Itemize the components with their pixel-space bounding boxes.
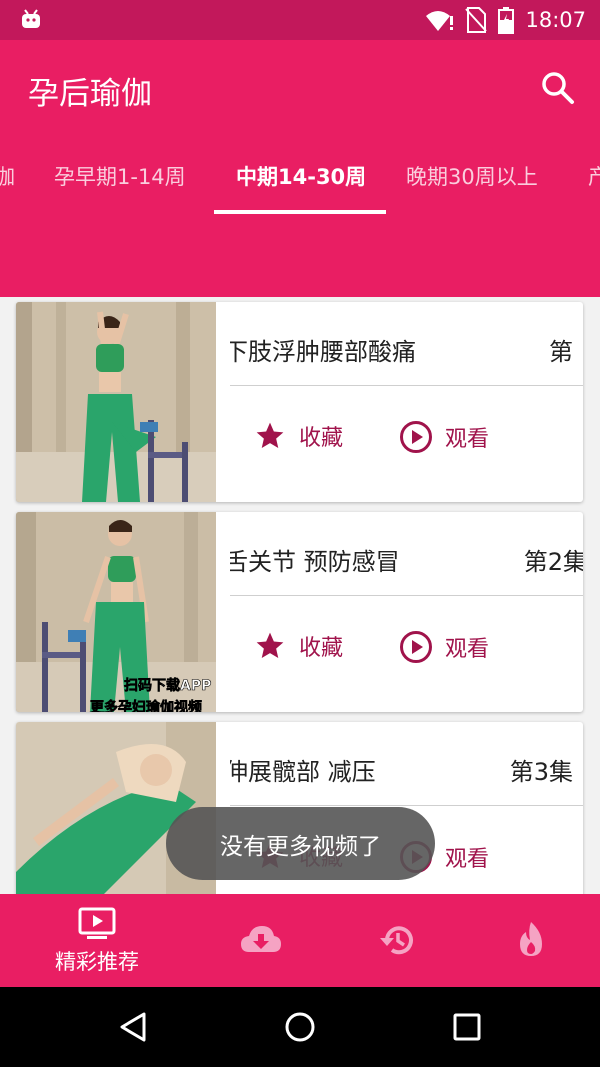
divider	[230, 595, 583, 596]
divider	[230, 385, 583, 386]
favorite-label: 收藏	[299, 426, 344, 451]
favorite-button[interactable]: 收藏	[253, 630, 343, 662]
video-icon	[78, 907, 116, 939]
video-title-area: 舌关节 预防感冒 第2集	[230, 532, 583, 582]
favorite-label: 收藏	[299, 636, 344, 661]
tab-partial-right[interactable]: 产	[588, 161, 600, 191]
wifi-icon	[426, 11, 454, 31]
home-icon[interactable]	[284, 1011, 316, 1043]
play-circle-icon	[400, 631, 432, 663]
watch-button[interactable]: 观看	[399, 420, 489, 454]
video-card[interactable]: 下肢浮肿腰部酸痛 第 收藏 观看	[16, 302, 583, 502]
app-bar: 孕后瑜伽 伽 孕早期1-14周 中期14-30周 晚期30周以上 产	[0, 40, 600, 297]
play-circle-icon	[400, 421, 432, 453]
watch-label: 观看	[445, 427, 490, 452]
episode-label: 第2集	[523, 548, 583, 576]
watermark-text-2: 更多孕妇瑜伽视频	[90, 699, 202, 712]
watermark-text: 扫码下载APP	[124, 677, 211, 694]
nav-item-history[interactable]	[332, 894, 462, 987]
back-icon[interactable]	[118, 1011, 150, 1043]
tab-early-pregnancy[interactable]: 孕早期1-14周	[54, 161, 186, 191]
video-thumbnail[interactable]	[16, 302, 216, 502]
battery-icon	[498, 7, 515, 34]
favorite-button[interactable]: 收藏	[253, 420, 343, 452]
tab-bar: 伽 孕早期1-14周 中期14-30周 晚期30周以上 产	[0, 145, 600, 215]
video-title: 下肢浮肿腰部酸痛	[230, 338, 416, 366]
video-title: 舌关节 预防感冒	[230, 548, 400, 576]
video-list[interactable]: 下肢浮肿腰部酸痛 第 收藏 观看 扫码下载APP 更多孕妇瑜伽视频 舌关节 预防…	[0, 297, 600, 894]
episode-label: 第3集	[509, 758, 573, 786]
search-icon[interactable]	[538, 68, 578, 108]
cloud-download-icon	[241, 926, 281, 952]
tab-late-pregnancy[interactable]: 晚期30周以上	[406, 161, 538, 191]
video-title-area: 下肢浮肿腰部酸痛 第	[230, 322, 583, 372]
toast-message: 没有更多视频了	[166, 807, 435, 880]
no-sim-icon	[465, 7, 488, 33]
bottom-nav: 精彩推荐	[0, 894, 600, 987]
star-icon	[256, 632, 284, 658]
tab-partial-left[interactable]: 伽	[0, 161, 15, 191]
episode-label: 第	[549, 338, 573, 366]
watch-label: 观看	[445, 637, 490, 662]
system-nav-bar	[0, 987, 600, 1067]
app-title: 孕后瑜伽	[28, 76, 152, 112]
watch-button[interactable]: 观看	[399, 630, 489, 664]
video-card[interactable]: 扫码下载APP 更多孕妇瑜伽视频 舌关节 预防感冒 第2集 收藏 观看	[16, 512, 583, 712]
divider	[230, 805, 583, 806]
recents-icon[interactable]	[452, 1012, 482, 1042]
video-thumbnail[interactable]: 扫码下载APP 更多孕妇瑜伽视频	[16, 512, 216, 712]
nav-item-recommended[interactable]: 精彩推荐	[32, 894, 162, 987]
nav-label-recommended: 精彩推荐	[55, 950, 139, 974]
nav-item-hot[interactable]	[466, 894, 596, 987]
clock: 18:07	[525, 8, 586, 32]
watch-label: 观看	[445, 847, 490, 872]
tab-mid-pregnancy[interactable]: 中期14-30周	[236, 161, 366, 191]
status-bar: 18:07	[0, 0, 600, 40]
star-icon	[256, 422, 284, 448]
nav-item-downloads[interactable]	[196, 894, 326, 987]
fire-icon	[520, 922, 542, 956]
tab-indicator	[214, 210, 386, 214]
video-title: 伸展髋部 减压	[230, 758, 376, 786]
android-icon	[22, 9, 40, 28]
history-icon	[380, 926, 413, 955]
video-title-area: 伸展髋部 减压 第3集	[230, 742, 583, 792]
